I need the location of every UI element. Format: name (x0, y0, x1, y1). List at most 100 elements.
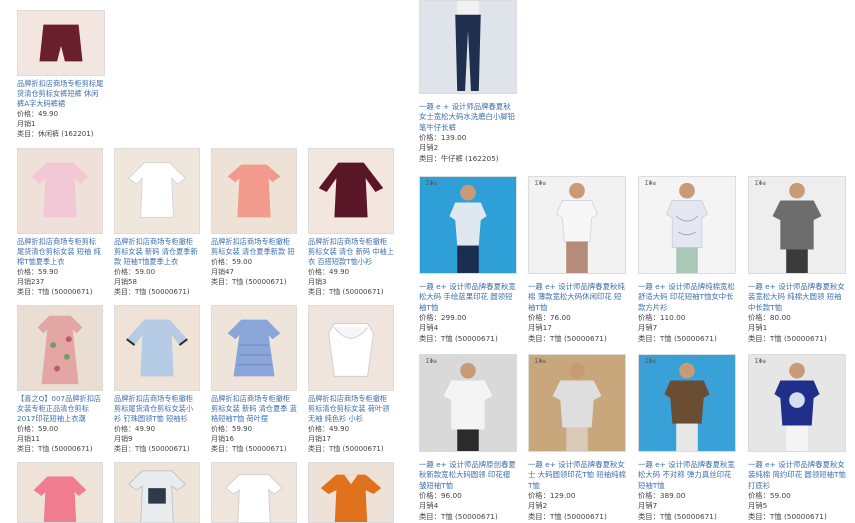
product-image[interactable]: ΣΦ≡ (748, 176, 846, 274)
product-price: 价格：80.00 (748, 313, 791, 322)
product-title[interactable]: 品牌折扣店商场专柜撤柜剪标女装 清仓夏季新款 短袖T恤夏季上衣 (211, 237, 297, 257)
product-card: 品牌折扣店商场专柜剪标尾货清仓剪标女装 短袖 纯棉T恤夏季上衣 价格：59.90… (17, 148, 103, 298)
product-price: 价格：139.00 (419, 133, 467, 142)
product-price: 价格：96.00 (419, 491, 462, 500)
product-card: 品牌折扣店商场专柜撤柜剪标女装 新码 清仓夏季 蓝格短袖T恤 荷叶摆 价格：59… (211, 305, 297, 455)
product-title[interactable]: 一趣 e+ 设计师品牌春夏秋女士 大码圆领印花T恤 短袖纯棉T恤 (528, 460, 626, 491)
product-card: 一趣 e + 设计师品牌春夏秋女士宽松大码水洗磨白小脚铅笔牛仔长裤 价格：139… (419, 0, 517, 164)
product-title[interactable]: 一趣 e+ 设计师品牌春夏秋女装宽松大码 纯棉大圆领 短袖中长款T恤 (748, 282, 846, 313)
product-price: 价格：59.00 (211, 258, 253, 266)
product-category: 类目：T恤 (50000671) (638, 333, 717, 343)
product-image[interactable] (419, 0, 517, 94)
product-sales: 月销7 (638, 501, 658, 511)
product-sales: 月销17 (308, 435, 331, 444)
product-category: 类目：T恤 (50000671) (17, 288, 93, 297)
product-category: 类目：牛仔裤 (162205) (419, 153, 499, 163)
product-image[interactable]: ΣΦ≡ (638, 176, 736, 274)
product-title[interactable]: 品牌折扣店商场专柜撤柜剪标女装 新码 清仓夏季 蓝格短袖T恤 荷叶摆 (211, 394, 297, 424)
product-sales: 月销3 (308, 278, 327, 287)
product-card: ΣΦ≡ 一趣 e+ 设计师品牌春夏秋宽松大码 手绘蓝果印花 圆领短袖T恤 价格：… (419, 176, 517, 344)
product-category: 类目：T恤 (50000671) (114, 445, 190, 454)
product-image[interactable]: ΣΦ≡ (419, 354, 517, 452)
product-title[interactable]: 【喜之Q】007品牌折扣店女装专柜正品清仓剪标2017印花短袖上衣潮 (17, 394, 103, 424)
brand-logo-icon: ΣΦ≡ (755, 358, 766, 365)
product-title[interactable]: 一趣 e+ 设计师品牌春夏秋纯棉 薄款宽松大码休闲印花 短袖T恤 (528, 282, 626, 313)
product-title[interactable]: 品牌折扣店商场专柜剪标尾货清仓剪标女装 短袖 纯棉T恤夏季上衣 (17, 237, 103, 267)
product-sales: 月销16 (211, 435, 234, 444)
product-sales: 月销237 (17, 278, 45, 287)
product-sales: 月销17 (528, 323, 552, 333)
product-title[interactable]: 一趣 e + 设计师品牌春夏秋女士宽松大码水洗磨白小脚铅笔牛仔长裤 (419, 102, 517, 133)
brand-logo-icon: ΣΦ≡ (755, 180, 766, 187)
product-price: 价格：389.00 (638, 491, 686, 500)
product-price: 价格：49.90 (114, 425, 156, 433)
product-card (114, 462, 200, 523)
product-sales: 月销58 (114, 278, 137, 287)
product-image[interactable] (17, 462, 103, 523)
product-card: ΣΦ≡ 一趣 e+ 设计师品牌纯棉宽松舒适大码 印花短袖T恤女中长款方片衫 价格… (638, 176, 736, 344)
product-sales: 月销47 (211, 268, 234, 277)
product-title[interactable]: 一趣 e+ 设计师品牌春夏秋女装纯棉 简约印花 圆领短袖T恤 打底衫 (748, 460, 846, 491)
product-image[interactable] (17, 305, 103, 391)
product-title[interactable]: 一趣 e+ 设计师品牌春夏秋宽松大码 手绘蓝果印花 圆领短袖T恤 (419, 282, 517, 313)
product-image[interactable] (114, 462, 200, 523)
product-card: ΣΦ≡ 一趣 e+ 设计师品牌春夏秋女装宽松大码 纯棉大圆领 短袖中长款T恤 价… (748, 176, 846, 344)
product-image[interactable] (17, 148, 103, 234)
product-sales: 月销7 (638, 323, 658, 333)
product-card: ΣΦ≡ 一趣 e+ 设计师品牌原创春夏秋新款宽松大码圆领 印花褶皱短袖T恤 价格… (419, 354, 517, 522)
product-card (17, 462, 103, 523)
product-title[interactable]: 品牌折扣店商场专柜撤柜剪标女装 新码 清仓夏季新款 短袖T恤夏季上衣 (114, 237, 200, 267)
product-image[interactable] (308, 148, 394, 234)
product-title[interactable]: 一趣 e+ 设计师品牌原创春夏秋新款宽松大码圆领 印花褶皱短袖T恤 (419, 460, 517, 491)
product-image[interactable] (114, 148, 200, 234)
product-sales: 月销4 (419, 323, 439, 333)
product-image[interactable] (211, 462, 297, 523)
product-category: 类目：T恤 (50000671) (211, 445, 287, 454)
product-image[interactable]: ΣΦ≡ (748, 354, 846, 452)
brand-logo-icon: ΣΦ≡ (426, 180, 437, 187)
product-card: ΣΦ≡ 一趣 e+ 设计师品牌春夏秋女装纯棉 简约印花 圆领短袖T恤 打底衫 价… (748, 354, 846, 522)
product-image[interactable] (17, 10, 105, 76)
product-price: 价格：110.00 (638, 313, 686, 322)
product-image[interactable] (211, 148, 297, 234)
product-price: 价格：299.00 (419, 313, 467, 322)
product-sales: 月销2 (419, 143, 439, 153)
product-title[interactable]: 一趣 e+ 设计师品牌纯棉宽松舒适大码 印花短袖T恤女中长款方片衫 (638, 282, 736, 313)
product-image[interactable]: ΣΦ≡ (528, 176, 626, 274)
product-category: 类目：T恤 (50000671) (419, 511, 498, 521)
product-image[interactable] (114, 305, 200, 391)
product-image[interactable]: ΣΦ≡ (528, 354, 626, 452)
product-title[interactable]: 品牌折扣店商场专柜撤柜剪标女装 清仓 新码 中袖上衣 百搭短款T恤小衫 (308, 237, 394, 267)
product-image[interactable] (308, 305, 394, 391)
product-title[interactable]: 一趣 e+ 设计师品牌春夏秋宽松大码 不对称 弹力真丝印花短袖T恤 (638, 460, 736, 491)
brand-logo-icon: ΣΦ≡ (645, 358, 656, 365)
product-sales: 月销1 (17, 120, 36, 129)
product-sales: 月销1 (748, 323, 768, 333)
product-image[interactable]: ΣΦ≡ (638, 354, 736, 452)
product-image[interactable]: ΣΦ≡ (419, 176, 517, 274)
product-card: 品牌折扣店商场专柜撤柜剪标尾货清仓剪标女装小衫 钉珠圆领T恤 短袖衫 价格：49… (114, 305, 200, 455)
product-title[interactable]: 品牌折扣店商场专柜撤柜剪标清仓剪标女装 荷叶领无袖 纯色衫 小衫 (308, 394, 394, 424)
product-sales: 月销5 (748, 501, 768, 511)
product-price: 价格：59.00 (114, 268, 156, 276)
product-image[interactable] (211, 305, 297, 391)
product-category: 类目：T恤 (50000671) (114, 288, 190, 297)
product-price: 价格：49.90 (17, 110, 59, 118)
product-card (211, 462, 297, 523)
product-category: 类目：T恤 (50000671) (748, 511, 827, 521)
product-category: 类目：T恤 (50000671) (638, 511, 717, 521)
product-category: 类目：T恤 (50000671) (528, 333, 607, 343)
product-card: 品牌折扣店商场专柜撤柜剪标清仓剪标女装 荷叶领无袖 纯色衫 小衫 价格：49.9… (308, 305, 394, 455)
product-price: 价格：49.90 (308, 268, 350, 276)
brand-logo-icon: ΣΦ≡ (645, 180, 656, 187)
product-image[interactable] (308, 462, 394, 523)
product-card (308, 462, 394, 523)
product-category: 类目：T恤 (50000671) (308, 445, 384, 454)
product-price: 价格：76.00 (528, 313, 571, 322)
product-card: ΣΦ≡ 一趣 e+ 设计师品牌春夏秋纯棉 薄款宽松大码休闲印花 短袖T恤 价格：… (528, 176, 626, 344)
product-price: 价格：59.90 (17, 268, 59, 276)
product-title[interactable]: 品牌折扣店商场专柜剪标尾货清仓剪标女裤短裤 休闲裤A字大码裤裙 (17, 79, 105, 109)
product-card: 【喜之Q】007品牌折扣店女装专柜正品清仓剪标2017印花短袖上衣潮 价格：59… (17, 305, 103, 455)
product-title[interactable]: 品牌折扣店商场专柜撤柜剪标尾货清仓剪标女装小衫 钉珠圆领T恤 短袖衫 (114, 394, 200, 424)
brand-logo-icon: ΣΦ≡ (426, 358, 437, 365)
